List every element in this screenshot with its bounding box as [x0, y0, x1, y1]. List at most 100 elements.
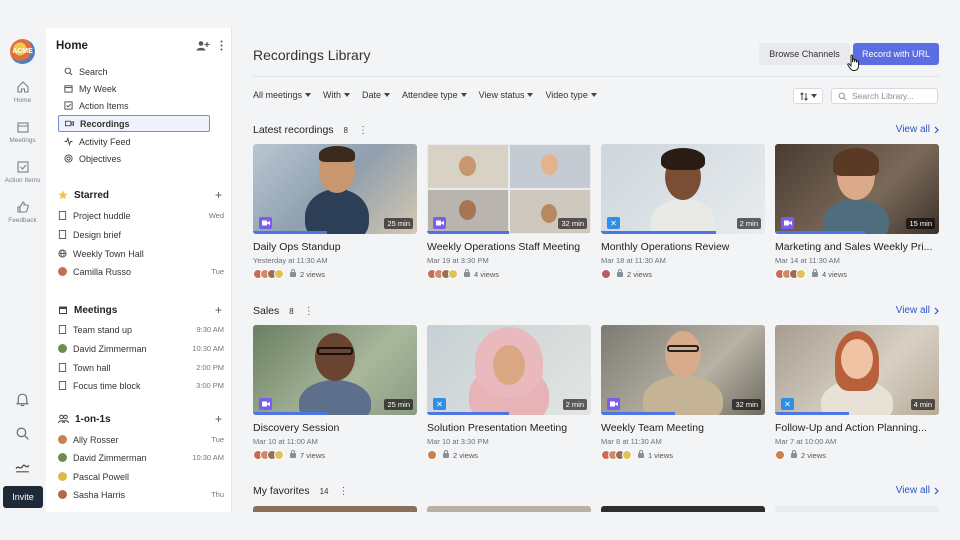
recording-card[interactable]: 25 min Discovery Session Mar 10 at 11:00… [253, 325, 417, 460]
add-one-on-one-button[interactable]: + [215, 412, 222, 426]
logo-text: ACME [12, 48, 33, 55]
recording-title[interactable]: Monthly Operations Review [601, 241, 765, 253]
one-on-one-item[interactable]: David Zimmerman 10:30 AM [58, 449, 224, 466]
view-all-link[interactable]: View all [896, 485, 939, 496]
starred-item[interactable]: Project huddle Wed [58, 207, 224, 224]
one-on-one-item-meta: Thu [211, 490, 224, 499]
rail-meetings[interactable]: Meetings [0, 120, 45, 144]
nav-activity-feed[interactable]: Activity Feed [58, 133, 210, 150]
invite-button[interactable]: Invite [3, 486, 43, 508]
recording-title[interactable]: Marketing and Sales Weekly Pri... [775, 241, 939, 253]
sign-icon[interactable] [14, 458, 31, 475]
one-on-one-item-label: Sasha Harris [73, 489, 126, 500]
starred-section-header[interactable]: Starred + [58, 188, 222, 202]
nav-objectives[interactable]: Objectives [58, 150, 210, 167]
recording-thumbnail[interactable]: 25 min [253, 325, 417, 415]
recording-thumbnail[interactable] [601, 506, 765, 512]
meetings-section-header[interactable]: Meetings + [58, 303, 222, 317]
recording-card[interactable]: 15 min Marketing and Sales Weekly Pri...… [775, 144, 939, 279]
starred-item[interactable]: Camilla Russo Tue [58, 263, 224, 280]
recording-thumbnail[interactable]: 25 min [253, 144, 417, 234]
thumbnail-person [823, 199, 889, 234]
thumbnail-person [651, 199, 715, 234]
search-library-input[interactable]: Search Library... [831, 88, 938, 104]
recording-card[interactable]: ✕ 2 min Monthly Operations Review Mar 18… [601, 144, 765, 279]
section-count: 8 [289, 306, 294, 316]
meeting-item[interactable]: David Zimmerman 10:30 AM [58, 340, 224, 357]
filter-date[interactable]: Date [362, 90, 391, 100]
one-on-ones-title: 1-on-1s [75, 413, 111, 425]
more-vertical-icon[interactable] [220, 40, 223, 51]
recording-title[interactable]: Daily Ops Standup [253, 241, 417, 253]
recording-thumbnail[interactable]: ✕ 2 min [427, 325, 591, 415]
recording-thumbnail[interactable] [775, 506, 939, 512]
recording-card[interactable]: 32 min Weekly Operations Staff Meeting M… [427, 144, 591, 279]
rail-action-items[interactable]: Action Items [0, 160, 45, 184]
avatar [58, 267, 67, 276]
starred-item[interactable]: Weekly Town Hall [58, 245, 224, 262]
recording-title[interactable]: Discovery Session [253, 422, 417, 434]
view-all-link[interactable]: View all [896, 124, 939, 135]
one-on-ones-section-header[interactable]: 1-on-1s + [58, 412, 222, 426]
recording-thumbnail[interactable] [253, 506, 417, 512]
record-with-url-button[interactable]: Record with URL [853, 43, 939, 65]
thumbs-up-icon [16, 201, 29, 213]
video-source-icon [259, 398, 272, 410]
people-icon [58, 414, 69, 424]
rail-feedback[interactable]: Feedback [0, 200, 45, 224]
meeting-item[interactable]: Town hall 2:00 PM [58, 359, 224, 376]
meeting-item-label: Focus time block [73, 380, 141, 391]
nav-recordings[interactable]: Recordings [58, 115, 210, 132]
filter-all-meetings[interactable]: All meetings [253, 90, 312, 100]
video-source-icon [259, 217, 272, 229]
add-meeting-button[interactable]: + [215, 303, 222, 317]
recording-card[interactable]: 25 min Daily Ops Standup Yesterday at 11… [253, 144, 417, 279]
recording-thumbnail[interactable]: 15 min [775, 144, 939, 234]
one-on-one-item[interactable]: Pascal Powell [58, 468, 224, 485]
more-vertical-icon[interactable]: ⋮ [339, 486, 349, 497]
nav-action-items[interactable]: Action Items [58, 97, 210, 114]
rail-home[interactable]: Home [0, 80, 45, 104]
more-vertical-icon[interactable]: ⋮ [358, 125, 368, 136]
nav-my-week[interactable]: My Week [58, 80, 210, 97]
filter-attendee-type[interactable]: Attendee type [402, 90, 467, 100]
filter-view-status[interactable]: View status [479, 90, 534, 100]
recording-thumbnail[interactable]: ✕ 4 min [775, 325, 939, 415]
view-all-link[interactable]: View all [896, 305, 939, 316]
recording-thumbnail[interactable]: 32 min [601, 325, 765, 415]
thumbnail-person [541, 154, 558, 175]
add-person-icon[interactable] [196, 40, 210, 51]
filter-video-type[interactable]: Video type [545, 90, 597, 100]
browse-channels-button[interactable]: Browse Channels [759, 43, 850, 65]
one-on-one-item[interactable]: Sasha Harris Thu [58, 486, 224, 503]
recording-title[interactable]: Solution Presentation Meeting [427, 422, 591, 434]
nav-search[interactable]: Search [58, 63, 210, 80]
search-icon[interactable] [14, 425, 31, 442]
recording-thumbnail[interactable]: 32 min [427, 144, 591, 234]
caret-down-icon [384, 93, 391, 97]
recording-title[interactable]: Weekly Team Meeting [601, 422, 765, 434]
sort-button[interactable] [793, 88, 823, 104]
acme-logo[interactable]: ACME [10, 39, 35, 64]
meeting-item[interactable]: Team stand up 9:30 AM [58, 321, 224, 338]
recording-card[interactable]: ✕ 4 min Follow-Up and Action Planning...… [775, 325, 939, 460]
section-count: 8 [343, 125, 348, 135]
caret-down-icon [344, 93, 351, 97]
one-on-one-item-label: Pascal Powell [73, 471, 130, 482]
recording-title[interactable]: Weekly Operations Staff Meeting [427, 241, 591, 253]
add-starred-button[interactable]: + [215, 188, 222, 202]
recording-card[interactable]: 32 min Weekly Team Meeting Mar 8 at 11:3… [601, 325, 765, 460]
meeting-item[interactable]: Focus time block 3:00 PM [58, 377, 224, 394]
avatar [58, 472, 67, 481]
more-vertical-icon[interactable]: ⋮ [304, 306, 314, 317]
starred-item[interactable]: Design brief [58, 226, 224, 243]
filter-with[interactable]: With [323, 90, 351, 100]
duration-badge: 2 min [736, 218, 761, 229]
recording-title[interactable]: Follow-Up and Action Planning... [775, 422, 939, 434]
recording-thumbnail[interactable]: ✕ 2 min [601, 144, 765, 234]
bell-icon[interactable] [14, 391, 31, 408]
thumbnail-person [459, 156, 476, 176]
recording-thumbnail[interactable] [427, 506, 591, 512]
one-on-one-item[interactable]: Ally Rosser Tue [58, 431, 224, 448]
recording-card[interactable]: ✕ 2 min Solution Presentation Meeting Ma… [427, 325, 591, 460]
